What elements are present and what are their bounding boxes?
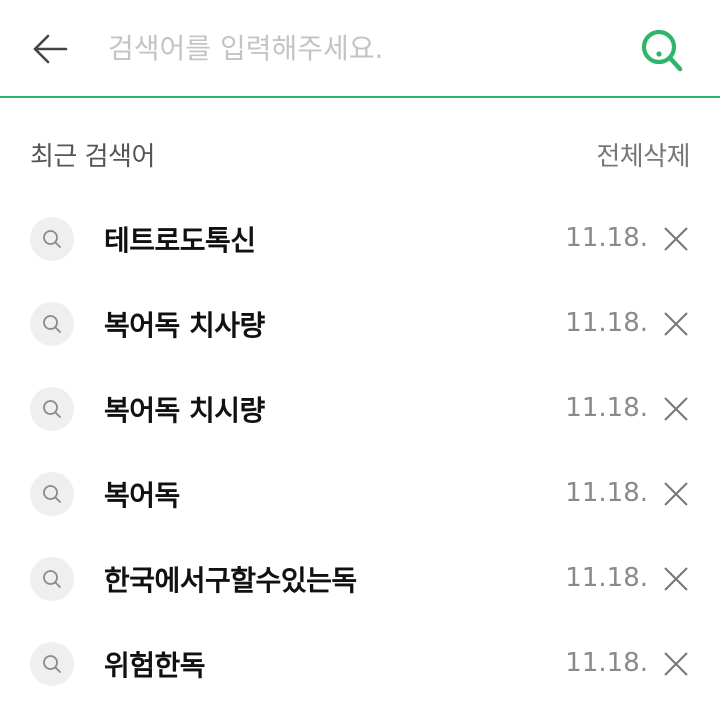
search-date: 11.18. — [565, 478, 648, 508]
search-date: 11.18. — [565, 223, 648, 253]
search-icon — [30, 642, 74, 686]
search-keyword[interactable]: 복어독 — [104, 474, 180, 514]
delete-button[interactable] — [660, 478, 692, 510]
delete-button[interactable] — [660, 393, 692, 425]
search-button[interactable] — [632, 22, 692, 78]
list-item[interactable]: 위험한독 11.18. — [0, 622, 720, 707]
search-icon — [30, 472, 74, 516]
search-keyword[interactable]: 위험한독 — [104, 644, 206, 684]
search-bar — [0, 0, 720, 98]
list-item[interactable]: 한국에서구할수있는독 11.18. — [0, 537, 720, 622]
search-icon — [30, 387, 74, 431]
recent-searches-list: 테트로도톡신 11.18. 복어독 치사량 11.18. 복어독 치시량 11.… — [0, 197, 720, 707]
delete-button[interactable] — [660, 223, 692, 255]
close-icon — [664, 652, 688, 676]
search-date: 11.18. — [565, 393, 648, 423]
close-icon — [664, 397, 688, 421]
close-icon — [664, 312, 688, 336]
search-keyword[interactable]: 복어독 치사량 — [104, 304, 265, 344]
close-icon — [664, 482, 688, 506]
search-date: 11.18. — [565, 648, 648, 678]
search-keyword[interactable]: 한국에서구할수있는독 — [104, 559, 357, 599]
search-icon — [30, 302, 74, 346]
search-icon — [30, 217, 74, 261]
list-item[interactable]: 복어독 11.18. — [0, 452, 720, 537]
delete-button[interactable] — [660, 648, 692, 680]
list-item[interactable]: 복어독 치시량 11.18. — [0, 367, 720, 452]
search-keyword[interactable]: 테트로도톡신 — [104, 219, 256, 259]
search-icon — [641, 29, 683, 72]
close-icon — [664, 567, 688, 591]
list-item[interactable]: 복어독 치사량 11.18. — [0, 282, 720, 367]
search-date: 11.18. — [565, 308, 648, 338]
clear-all-button[interactable]: 전체삭제 — [596, 136, 690, 173]
search-keyword[interactable]: 복어독 치시량 — [104, 389, 265, 429]
search-input[interactable] — [108, 22, 608, 74]
search-icon — [30, 557, 74, 601]
back-arrow-icon — [33, 34, 68, 64]
list-item[interactable]: 테트로도톡신 11.18. — [0, 197, 720, 282]
close-icon — [664, 227, 688, 251]
recent-searches-title: 최근 검색어 — [30, 142, 155, 172]
back-button[interactable] — [24, 26, 76, 72]
delete-button[interactable] — [660, 308, 692, 340]
delete-button[interactable] — [660, 563, 692, 595]
search-date: 11.18. — [565, 563, 648, 593]
